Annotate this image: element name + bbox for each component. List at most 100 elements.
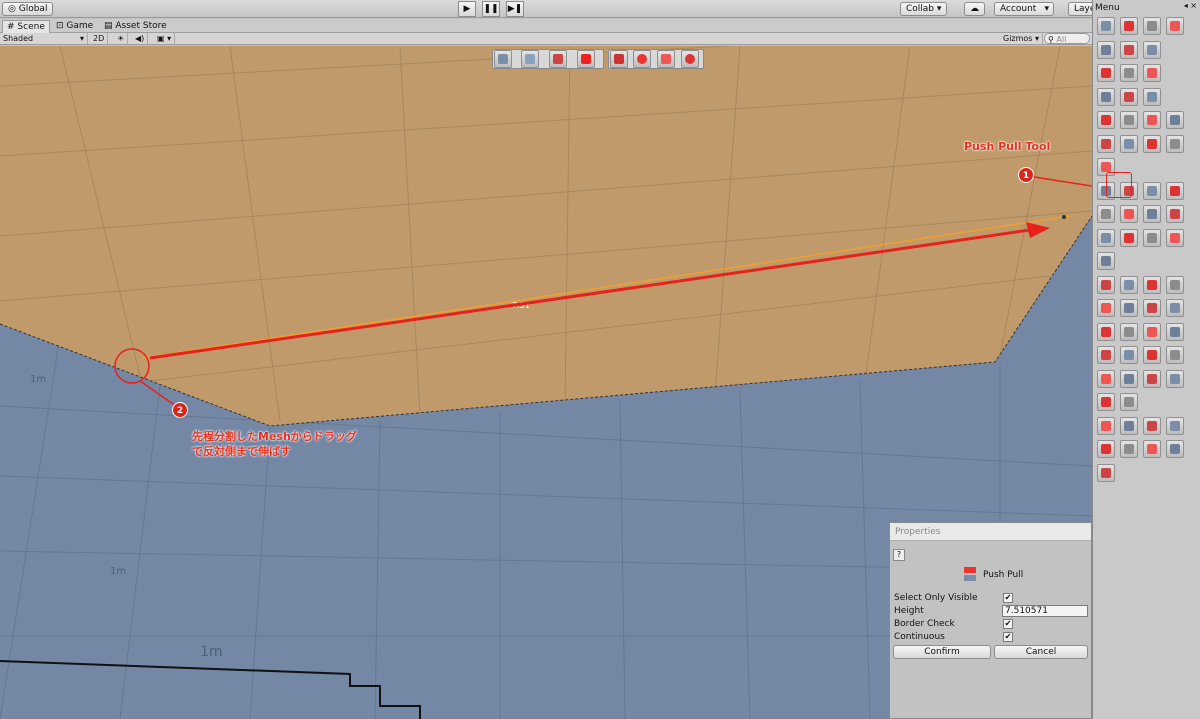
tool-button[interactable]	[1120, 393, 1138, 411]
effects-dropdown[interactable]: ▣ ▾	[154, 33, 176, 44]
tool-button[interactable]	[1120, 111, 1138, 129]
tool-button[interactable]	[1143, 17, 1161, 35]
tool-button[interactable]	[1166, 181, 1184, 200]
settings-button[interactable]	[633, 50, 651, 68]
scene-search-input[interactable]: ⚲ All	[1044, 33, 1090, 44]
tool-button[interactable]	[1097, 369, 1115, 388]
tab-game[interactable]: ⊡ Game	[52, 20, 97, 33]
instruction-line-1: 先程分割したMeshからドラッグ	[192, 430, 357, 443]
tool-button[interactable]	[1097, 228, 1115, 247]
tool-button[interactable]	[1143, 299, 1161, 317]
tool-button[interactable]	[1120, 40, 1138, 59]
tool-button[interactable]	[1143, 228, 1161, 247]
tool-button[interactable]	[1120, 322, 1138, 341]
tool-button[interactable]	[1097, 299, 1115, 317]
tab-asset-store[interactable]: ▤ Asset Store	[100, 20, 171, 33]
confirm-button[interactable]: Confirm	[893, 645, 991, 659]
tool-button[interactable]	[1143, 322, 1161, 341]
tool-button[interactable]	[1097, 416, 1115, 435]
tool-button[interactable]	[1120, 87, 1138, 106]
tool-button[interactable]	[1143, 205, 1161, 223]
tool-button[interactable]	[1097, 322, 1115, 341]
tool-button[interactable]	[1166, 205, 1184, 223]
tool-icon	[1147, 138, 1157, 149]
tool-button[interactable]	[1097, 64, 1115, 82]
help-button[interactable]: ?	[893, 549, 905, 561]
tool-button[interactable]	[1120, 134, 1138, 153]
tool-button[interactable]	[1120, 299, 1138, 317]
account-dropdown[interactable]: Account ▾	[994, 2, 1054, 16]
pivot-rotation-toggle[interactable]: ◎ Global	[2, 2, 54, 16]
tool-button[interactable]	[1143, 181, 1161, 200]
tool-button[interactable]	[1097, 205, 1115, 223]
select-face-button[interactable]	[577, 50, 595, 68]
tool-button[interactable]	[1120, 228, 1138, 247]
tool-button[interactable]	[1166, 346, 1184, 364]
refresh-button[interactable]	[681, 50, 699, 68]
tool-button[interactable]	[1097, 346, 1115, 364]
tool-button[interactable]	[1097, 393, 1115, 411]
tool-button[interactable]	[1166, 275, 1184, 294]
tool-button[interactable]	[1166, 322, 1184, 341]
snap-button[interactable]	[657, 50, 675, 68]
tool-icon	[1147, 209, 1157, 219]
tool-button[interactable]	[1143, 64, 1161, 82]
tool-button[interactable]	[1143, 416, 1161, 435]
tool-button[interactable]	[1166, 134, 1184, 153]
play-button[interactable]: ▶	[458, 1, 476, 17]
lighting-toggle[interactable]: ☀	[114, 33, 129, 44]
tool-button[interactable]	[1120, 440, 1138, 458]
tool-button[interactable]	[1143, 111, 1161, 129]
add-object-button[interactable]	[610, 50, 628, 68]
pause-button[interactable]: ❚❚	[482, 1, 500, 17]
select-vertex-button[interactable]	[521, 50, 539, 68]
tool-button[interactable]	[1166, 369, 1184, 388]
tool-button[interactable]	[1120, 205, 1138, 223]
cancel-button[interactable]: Cancel	[994, 645, 1088, 659]
tool-button[interactable]	[1143, 87, 1161, 106]
tool-button[interactable]	[1166, 416, 1184, 435]
tool-button[interactable]	[1097, 134, 1115, 153]
tool-button[interactable]	[1143, 134, 1161, 153]
cloud-button[interactable]: ☁	[964, 2, 985, 16]
select-edge-button[interactable]	[549, 50, 567, 68]
tool-button[interactable]	[1143, 346, 1161, 364]
tool-button[interactable]	[1097, 17, 1115, 35]
tool-button[interactable]	[1097, 440, 1115, 458]
tool-button[interactable]	[1120, 64, 1138, 82]
tool-button[interactable]	[1166, 228, 1184, 247]
tool-button[interactable]	[1097, 40, 1115, 59]
height-field[interactable]: 7.510571	[1002, 605, 1088, 617]
tool-button[interactable]	[1166, 299, 1184, 317]
tool-button[interactable]	[1097, 252, 1115, 270]
2d-toggle[interactable]: 2D	[90, 33, 109, 44]
tool-button[interactable]	[1166, 440, 1184, 458]
tool-button[interactable]	[1120, 369, 1138, 388]
tool-button[interactable]	[1166, 17, 1184, 35]
tool-button[interactable]	[1143, 40, 1161, 59]
tool-button[interactable]	[1097, 87, 1115, 106]
select-object-button[interactable]	[494, 50, 512, 68]
tool-icon	[1124, 209, 1134, 219]
tool-button[interactable]	[1120, 346, 1138, 364]
tool-button[interactable]	[1120, 275, 1138, 294]
border-check-checkbox[interactable]: ✔	[1003, 619, 1013, 629]
audio-toggle[interactable]: ◀)	[132, 33, 149, 44]
tool-button[interactable]	[1120, 17, 1138, 35]
tool-button[interactable]	[1097, 463, 1115, 482]
tool-button[interactable]	[1143, 440, 1161, 458]
shading-mode-dropdown[interactable]: Shaded ▾	[0, 33, 88, 44]
tool-button[interactable]	[1097, 275, 1115, 294]
tool-button[interactable]	[1166, 111, 1184, 129]
gizmos-dropdown[interactable]: Gizmos ▾	[1000, 33, 1044, 44]
tool-button[interactable]	[1143, 275, 1161, 294]
select-only-visible-checkbox[interactable]: ✔	[1003, 593, 1013, 603]
tool-button[interactable]	[1143, 369, 1161, 388]
collab-button[interactable]: Collab ▾	[900, 2, 948, 16]
tool-button[interactable]	[1097, 111, 1115, 129]
continuous-checkbox[interactable]: ✔	[1003, 632, 1013, 642]
panel-controls[interactable]: ◂ ×	[1184, 1, 1197, 10]
step-button[interactable]: ▶❚	[506, 1, 524, 17]
tool-button[interactable]	[1120, 416, 1138, 435]
tab-scene[interactable]: # Scene	[2, 20, 50, 33]
